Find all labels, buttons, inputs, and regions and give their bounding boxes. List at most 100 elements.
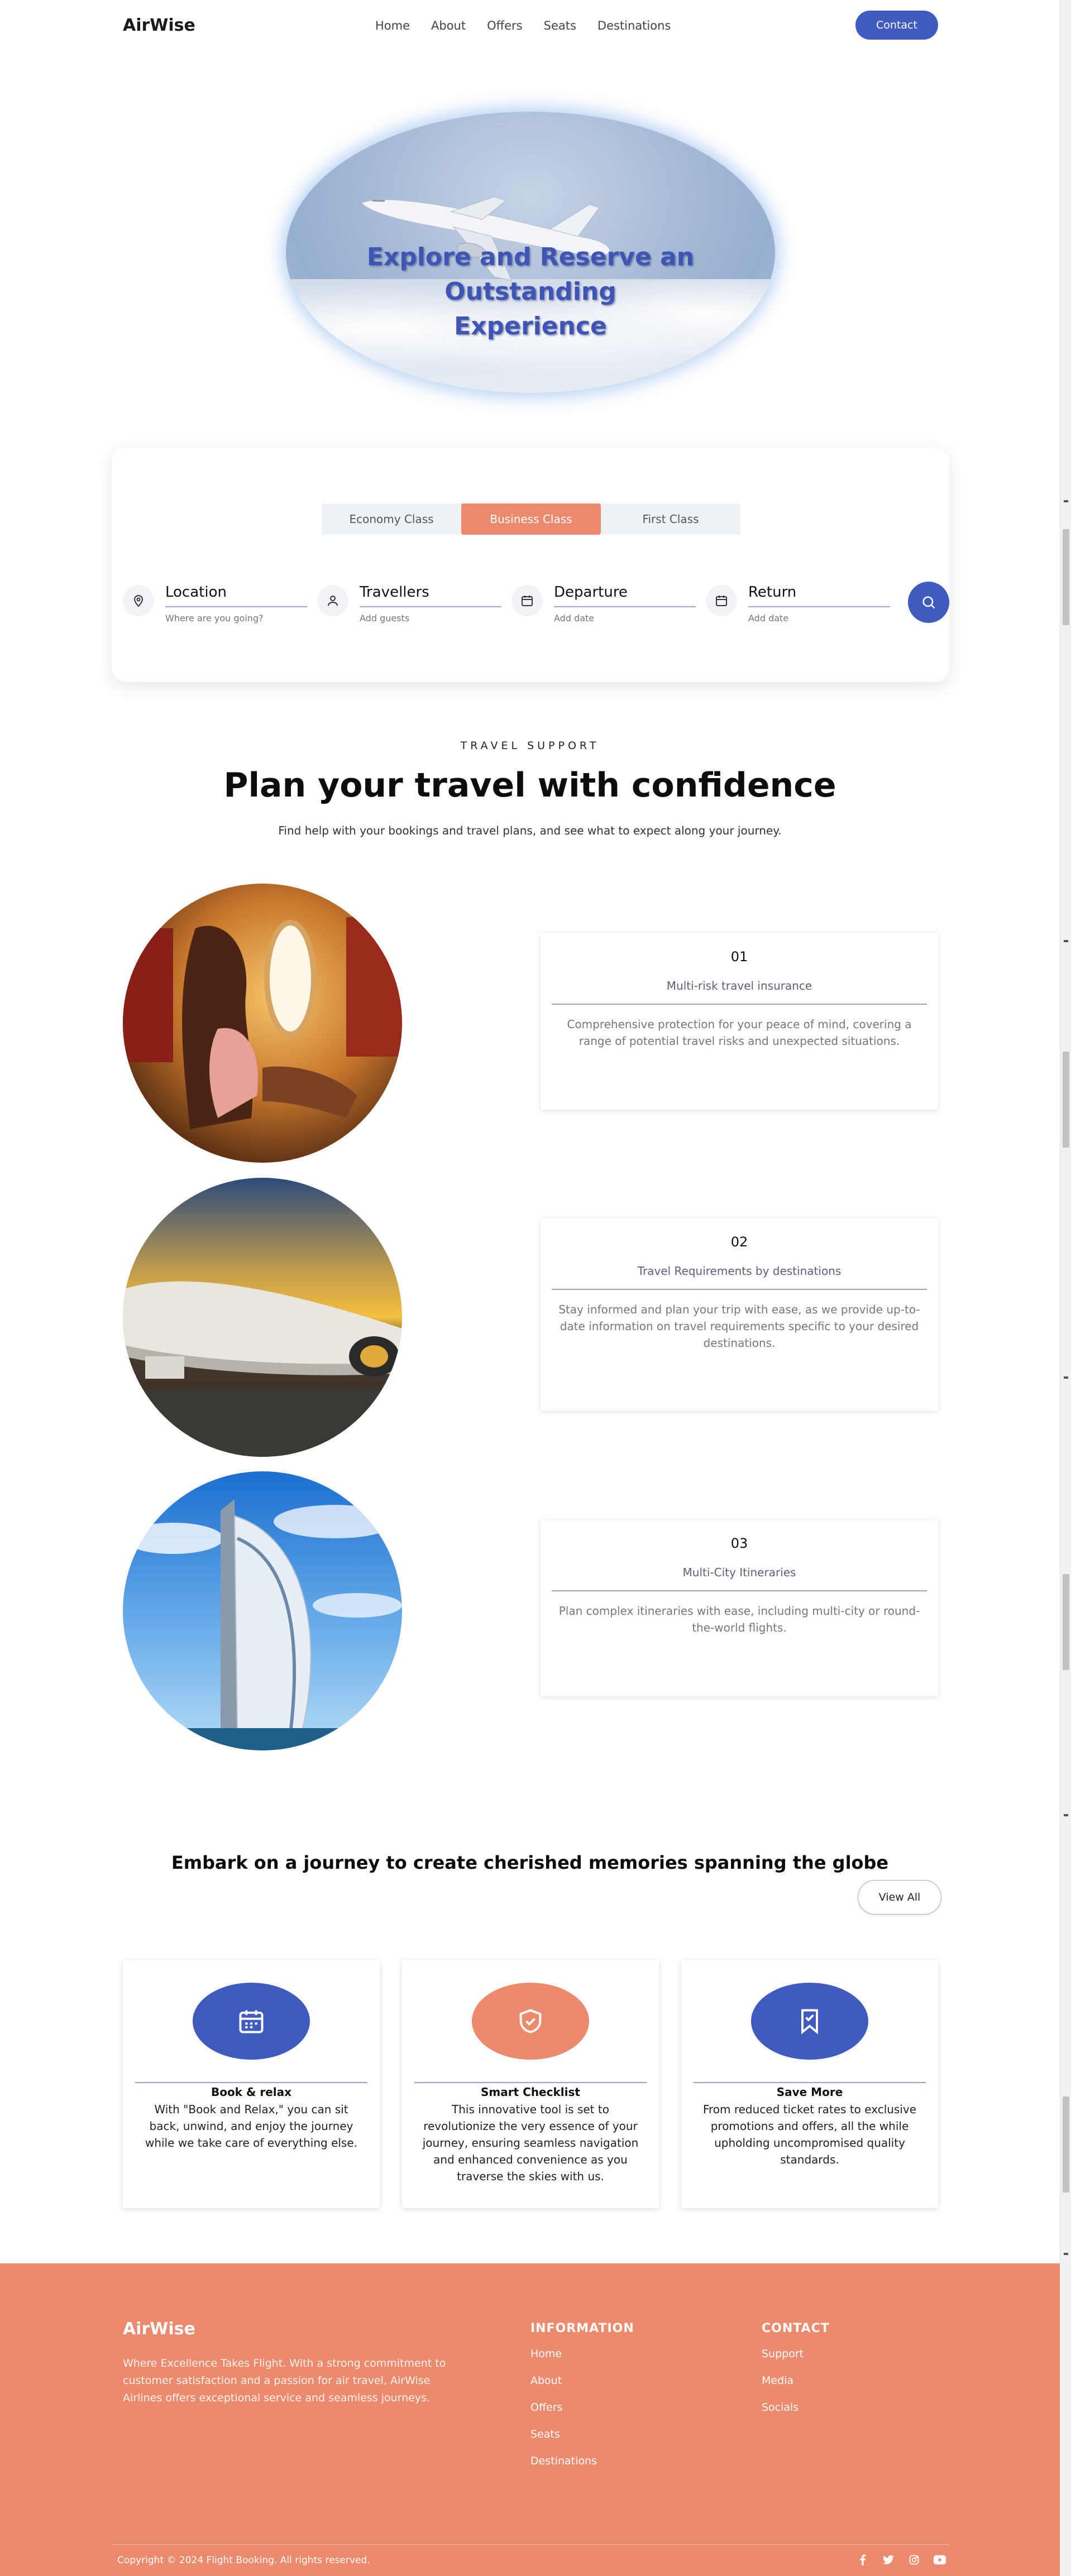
user-icon bbox=[317, 585, 348, 616]
travellers-label: Travellers bbox=[360, 584, 429, 601]
feature-card-multi-city: 03 Multi-City Itineraries Plan complex i… bbox=[541, 1520, 938, 1696]
tab-first-class[interactable]: First Class bbox=[601, 503, 740, 535]
service-card-save-more[interactable]: Save More From reduced ticket rates to e… bbox=[681, 1960, 938, 2208]
divider bbox=[552, 1289, 927, 1290]
nav-offers[interactable]: Offers bbox=[487, 19, 523, 32]
service-description: From reduced ticket rates to exclusive p… bbox=[702, 2103, 917, 2166]
departure-field[interactable]: Departure Add date bbox=[511, 582, 696, 626]
feature-description: Comprehensive protection for your peace … bbox=[567, 1018, 912, 1048]
feature-title: Travel Requirements by destinations bbox=[637, 1264, 842, 1278]
scroll-arrow-icon[interactable] bbox=[1064, 500, 1068, 502]
scrollbar-thumb[interactable] bbox=[1063, 1574, 1069, 1670]
tab-economy-class[interactable]: Economy Class bbox=[322, 503, 461, 535]
feature-description: Plan complex itineraries with ease, incl… bbox=[558, 1604, 920, 1634]
location-input[interactable]: Where are you going? bbox=[165, 613, 264, 623]
service-card-smart-checklist[interactable]: Smart Checklist This innovative tool is … bbox=[402, 1960, 659, 2208]
class-tabs: Economy Class Business Class First Class bbox=[322, 503, 740, 535]
footer-info-title: INFORMATION bbox=[530, 2321, 634, 2335]
footer-contact-title: CONTACT bbox=[762, 2321, 830, 2335]
section-subtitle: Find help with your bookings and travel … bbox=[278, 824, 782, 837]
divider bbox=[694, 2082, 926, 2083]
calendar-icon bbox=[193, 1983, 310, 2060]
scroll-arrow-icon[interactable] bbox=[1064, 1814, 1068, 1816]
travellers-input[interactable]: Add guests bbox=[360, 613, 409, 623]
service-card-book-relax[interactable]: Book & relax With "Book and Relax," you … bbox=[123, 1960, 380, 2208]
footer-link-socials[interactable]: Socials bbox=[762, 2401, 830, 2414]
calendar-icon bbox=[706, 585, 737, 616]
site-header: AirWise Home About Offers Seats Destinat… bbox=[0, 0, 1060, 51]
copyright: Copyright © 2024 Flight Booking. All rig… bbox=[117, 2555, 370, 2566]
site-logo[interactable]: AirWise bbox=[123, 16, 195, 35]
hero-title-line-2: Experience bbox=[454, 312, 607, 340]
social-links bbox=[855, 2553, 947, 2567]
departure-label: Departure bbox=[554, 584, 628, 601]
burj-al-arab-photo bbox=[123, 1471, 402, 1750]
return-input[interactable]: Add date bbox=[748, 613, 788, 623]
hero-title-line-1: Explore and Reserve an Outstanding bbox=[366, 243, 695, 306]
footer-information: INFORMATION Home About Offers Seats Dest… bbox=[530, 2321, 634, 2482]
footer-link-about[interactable]: About bbox=[530, 2374, 634, 2387]
journey-title: Embark on a journey to create cherished … bbox=[171, 1852, 889, 1873]
location-pin-icon bbox=[123, 585, 154, 616]
main-nav: Home About Offers Seats Destinations bbox=[375, 19, 671, 32]
field-underline bbox=[748, 606, 890, 607]
divider bbox=[552, 1590, 927, 1591]
departure-input[interactable]: Add date bbox=[554, 613, 594, 623]
instagram-icon[interactable] bbox=[907, 2553, 921, 2567]
divider bbox=[552, 1004, 927, 1005]
tab-business-class[interactable]: Business Class bbox=[461, 503, 601, 535]
field-underline bbox=[165, 606, 307, 607]
feature-card-insurance: 01 Multi-risk travel insurance Comprehen… bbox=[541, 933, 938, 1110]
feature-number: 02 bbox=[730, 1234, 748, 1250]
return-field[interactable]: Return Add date bbox=[706, 582, 890, 626]
shield-check-icon bbox=[472, 1983, 589, 2060]
travel-insurance-image bbox=[123, 884, 402, 1163]
nav-home[interactable]: Home bbox=[375, 19, 410, 32]
nav-about[interactable]: About bbox=[431, 19, 466, 32]
section-title: Plan your travel with confidence bbox=[223, 766, 836, 805]
hero-image: Explore and Reserve an Outstanding Exper… bbox=[286, 112, 775, 393]
feature-card-requirements: 02 Travel Requirements by destinations S… bbox=[541, 1219, 938, 1411]
page-scrollbar[interactable] bbox=[1060, 0, 1071, 2576]
nav-seats[interactable]: Seats bbox=[544, 19, 576, 32]
nav-destinations[interactable]: Destinations bbox=[597, 19, 671, 32]
field-underline bbox=[554, 606, 696, 607]
bookmark-icon bbox=[751, 1983, 868, 2060]
service-name: Smart Checklist bbox=[481, 2085, 580, 2099]
twitter-icon[interactable] bbox=[881, 2553, 896, 2567]
footer-divider bbox=[112, 2544, 949, 2545]
footer-logo[interactable]: AirWise bbox=[123, 2319, 195, 2339]
travel-requirements-image bbox=[123, 1178, 402, 1457]
service-description: With "Book and Relax," you can sit back,… bbox=[145, 2103, 358, 2150]
footer-link-offers[interactable]: Offers bbox=[530, 2401, 634, 2414]
scroll-arrow-icon[interactable] bbox=[1064, 940, 1068, 942]
scrollbar-thumb[interactable] bbox=[1063, 2097, 1069, 2193]
search-icon bbox=[922, 596, 935, 609]
footer-link-home[interactable]: Home bbox=[530, 2348, 634, 2360]
facebook-icon[interactable] bbox=[855, 2553, 870, 2567]
footer-contact: CONTACT Support Media Socials bbox=[762, 2321, 830, 2428]
search-button[interactable] bbox=[908, 582, 949, 623]
site-footer: AirWise Where Excellence Takes Flight. W… bbox=[0, 2263, 1060, 2576]
scroll-arrow-icon[interactable] bbox=[1064, 2253, 1068, 2255]
feature-number: 01 bbox=[730, 949, 748, 965]
contact-button[interactable]: Contact bbox=[855, 11, 938, 40]
divider bbox=[414, 2082, 647, 2083]
location-field[interactable]: Location Where are you going? bbox=[123, 582, 307, 626]
scroll-arrow-icon[interactable] bbox=[1064, 1376, 1068, 1379]
feature-title: Multi-risk travel insurance bbox=[666, 979, 812, 992]
footer-link-support[interactable]: Support bbox=[762, 2348, 830, 2360]
footer-link-destinations[interactable]: Destinations bbox=[530, 2455, 634, 2467]
footer-link-media[interactable]: Media bbox=[762, 2374, 830, 2387]
scrollbar-thumb[interactable] bbox=[1063, 1052, 1069, 1148]
youtube-icon[interactable] bbox=[933, 2553, 947, 2567]
footer-about: Where Excellence Takes Flight. With a st… bbox=[123, 2357, 446, 2404]
service-description: This innovative tool is set to revolutio… bbox=[422, 2103, 639, 2183]
travellers-field[interactable]: Travellers Add guests bbox=[317, 582, 501, 626]
scrollbar-thumb[interactable] bbox=[1063, 529, 1069, 625]
view-all-button[interactable]: View All bbox=[858, 1880, 941, 1915]
feature-number: 03 bbox=[730, 1536, 748, 1551]
footer-link-seats[interactable]: Seats bbox=[530, 2428, 634, 2440]
multi-city-image bbox=[123, 1471, 402, 1750]
feature-title: Multi-City Itineraries bbox=[682, 1566, 796, 1579]
